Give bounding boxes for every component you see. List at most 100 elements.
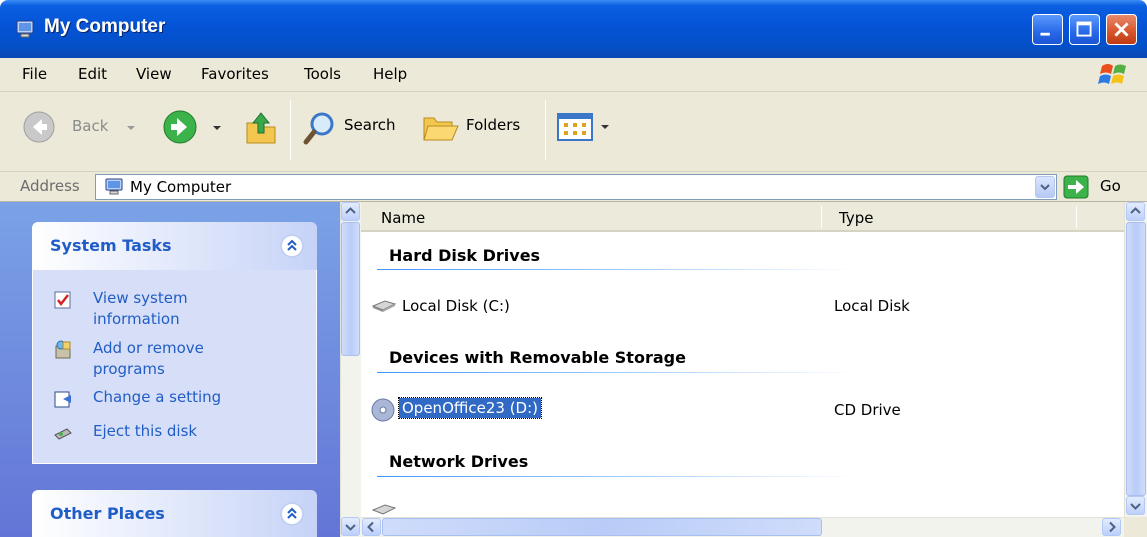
menu-edit[interactable]: Edit <box>78 65 107 83</box>
minimize-button[interactable] <box>1032 14 1063 45</box>
go-button-label[interactable]: Go <box>1100 177 1121 195</box>
forward-button[interactable] <box>158 108 228 148</box>
views-dropdown-icon <box>601 125 609 129</box>
maximize-button[interactable] <box>1069 14 1100 45</box>
close-button[interactable] <box>1106 14 1137 45</box>
scroll-up-button[interactable] <box>1126 202 1145 221</box>
window-title: My Computer <box>44 16 166 37</box>
maximize-icon <box>1076 21 1092 37</box>
file-list[interactable]: Name Type Hard Disk Drives Local Disk (C… <box>361 202 1124 517</box>
views-icon <box>557 113 593 141</box>
system-tasks-header[interactable]: System Tasks <box>32 222 317 270</box>
eject-icon <box>54 428 72 440</box>
scroll-thumb[interactable] <box>1126 222 1146 496</box>
back-button[interactable]: Back <box>14 108 144 148</box>
menu-help[interactable]: Help <box>373 65 407 83</box>
column-header-type[interactable]: Type <box>839 209 873 227</box>
column-header-name[interactable]: Name <box>381 209 425 227</box>
address-input[interactable]: My Computer <box>95 174 1057 200</box>
network-drive-icon <box>371 502 397 516</box>
scroll-down-button[interactable] <box>341 517 360 536</box>
system-tasks-title: System Tasks <box>50 236 172 255</box>
search-label: Search <box>344 116 396 134</box>
address-value: My Computer <box>130 178 232 196</box>
folders-label: Folders <box>466 116 521 134</box>
forward-arrow-icon <box>163 110 197 144</box>
my-computer-icon <box>105 178 123 195</box>
other-places-title: Other Places <box>50 504 165 523</box>
toolbar: Back Search Folders <box>0 92 1147 172</box>
task-label: Eject this disk <box>93 422 198 440</box>
my-computer-icon <box>16 20 34 38</box>
toolbar-separator <box>545 100 546 160</box>
back-label: Back <box>72 117 109 135</box>
group-header-network: Network Drives <box>389 452 529 471</box>
search-icon <box>303 112 334 145</box>
scroll-up-icon <box>1130 207 1141 214</box>
scroll-down-button[interactable] <box>1126 496 1145 515</box>
item-name-selected: OpenOffice23 (D:) <box>397 397 543 419</box>
folders-icon <box>423 117 459 141</box>
up-folder-icon[interactable] <box>243 109 279 147</box>
hard-disk-icon <box>371 300 397 312</box>
item-type: CD Drive <box>834 401 901 419</box>
control-panel-icon <box>54 391 71 408</box>
menu-favorites[interactable]: Favorites <box>201 65 269 83</box>
windows-logo-icon <box>1098 64 1126 84</box>
column-divider[interactable] <box>821 206 822 228</box>
task-pane-scrollbar[interactable] <box>340 202 361 537</box>
scroll-right-button[interactable] <box>1102 518 1121 536</box>
group-header-removable: Devices with Removable Storage <box>389 348 686 367</box>
back-dropdown-icon <box>127 126 135 130</box>
system-tasks-collapse-button[interactable] <box>281 235 303 257</box>
scroll-left-button[interactable] <box>362 518 381 536</box>
scroll-down-icon <box>345 524 356 531</box>
forward-dropdown-icon <box>213 126 221 130</box>
task-label: information <box>93 310 180 328</box>
cd-drive-icon <box>371 398 395 422</box>
task-label: Change a setting <box>93 388 222 406</box>
chevron-up-icon <box>287 507 297 519</box>
column-header-row: Name Type <box>361 202 1124 232</box>
scroll-left-icon <box>367 521 374 533</box>
other-places-header[interactable]: Other Places <box>32 490 317 537</box>
title-bar[interactable]: My Computer <box>0 0 1147 58</box>
toolbar-separator <box>290 100 291 160</box>
scroll-up-button[interactable] <box>341 202 360 221</box>
chevron-up-icon <box>287 239 297 251</box>
group-header-hard-disk: Hard Disk Drives <box>389 246 541 265</box>
close-icon <box>1114 22 1129 37</box>
back-arrow-icon <box>23 111 55 143</box>
list-item[interactable]: OpenOffice23 (D:) CD Drive <box>371 397 1071 422</box>
list-item[interactable]: Local Disk (C:) Local Disk <box>371 296 1071 318</box>
menu-file[interactable]: File <box>22 65 47 83</box>
views-button[interactable] <box>556 112 614 146</box>
group-divider <box>377 269 857 270</box>
scroll-down-icon <box>1130 503 1141 510</box>
scroll-thumb[interactable] <box>382 518 822 536</box>
menu-tools[interactable]: Tools <box>304 65 341 83</box>
item-name: Local Disk (C:) <box>402 297 510 315</box>
search-button[interactable]: Search <box>300 108 412 148</box>
task-label: programs <box>93 360 165 378</box>
task-label: Add or remove <box>93 339 204 357</box>
add-remove-programs-icon <box>55 340 71 359</box>
file-list-vertical-scrollbar[interactable] <box>1124 202 1147 517</box>
minimize-icon <box>1040 32 1050 36</box>
column-divider[interactable] <box>1076 206 1077 228</box>
resize-grip[interactable] <box>1124 517 1147 537</box>
system-info-icon <box>54 291 71 309</box>
folders-button[interactable]: Folders <box>420 108 535 148</box>
address-bar: Address My Computer Go <box>0 172 1147 202</box>
other-places-collapse-button[interactable] <box>281 503 303 525</box>
menu-view[interactable]: View <box>136 65 172 83</box>
group-divider <box>377 476 857 477</box>
task-label: View system <box>93 289 188 307</box>
go-arrow-icon[interactable] <box>1063 175 1089 199</box>
file-list-horizontal-scrollbar[interactable] <box>361 517 1124 537</box>
scroll-right-icon <box>1109 521 1116 533</box>
group-divider <box>377 372 857 373</box>
scroll-thumb[interactable] <box>341 222 360 356</box>
address-dropdown-button[interactable] <box>1035 176 1055 198</box>
scroll-up-icon <box>345 207 356 214</box>
